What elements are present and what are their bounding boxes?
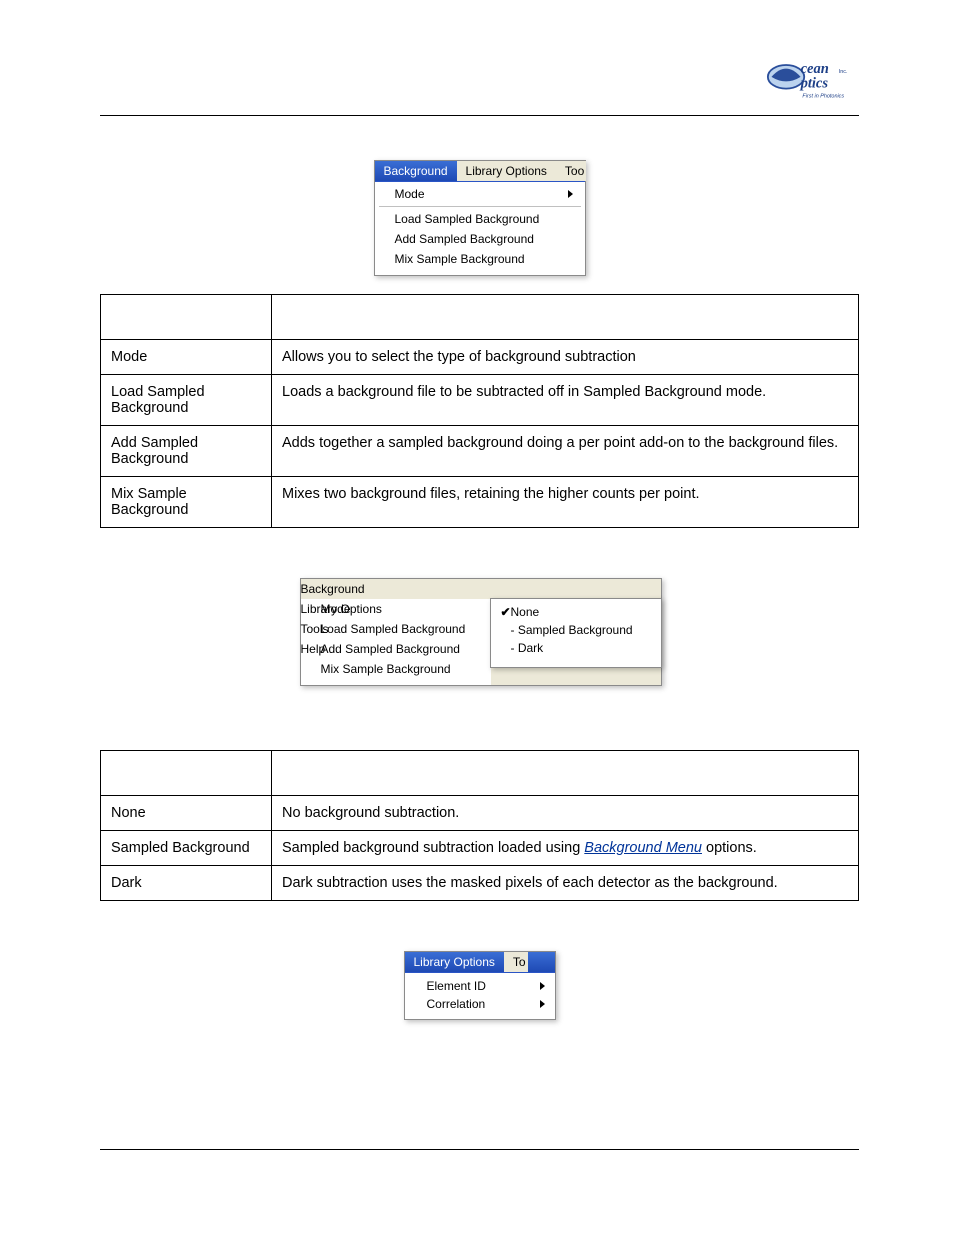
- text: options.: [702, 840, 757, 856]
- submenu-item-sampled: - Sampled Background: [491, 621, 661, 639]
- mode-submenu-screenshot: Background Library Options Tools Help Mo…: [300, 578, 660, 686]
- table-row: None No background subtraction.: [101, 796, 859, 831]
- tab-background: Background: [301, 579, 661, 599]
- tab-background: Background: [375, 161, 457, 181]
- mode-flyout: ✔None - Sampled Background - Dark: [490, 598, 662, 668]
- table-row: Mix Sample Background Mixes two backgrou…: [101, 477, 859, 528]
- footer-divider: [100, 1149, 859, 1150]
- background-menu-screenshot: Background Library Options Too Mode Load…: [374, 160, 586, 276]
- background-menu-link[interactable]: Background Menu: [584, 840, 702, 856]
- background-menu-table: Mode Allows you to select the type of ba…: [100, 294, 859, 528]
- table-row: Dark Dark subtraction uses the masked pi…: [101, 866, 859, 901]
- mode-options-table: None No background subtraction. Sampled …: [100, 750, 859, 901]
- submenu-arrow-icon: [568, 190, 573, 198]
- check-icon: ✔: [501, 605, 511, 619]
- menu-item-element-id: Element ID: [405, 977, 555, 995]
- table-row: Add Sampled Background Adds together a s…: [101, 426, 859, 477]
- submenu-item-dark: - Dark: [491, 639, 661, 657]
- menu-item-load-bg: Load Sampled Background: [301, 619, 491, 639]
- submenu-item-none: ✔None: [491, 603, 661, 621]
- text: Sampled background subtraction loaded us…: [282, 840, 584, 856]
- svg-text:ptics: ptics: [799, 76, 829, 92]
- submenu-arrow-icon: [540, 1000, 545, 1008]
- table-row: Sampled Background Sampled background su…: [101, 831, 859, 866]
- tab-cut: Too: [556, 161, 586, 181]
- svg-text:First in Photonics: First in Photonics: [802, 94, 844, 100]
- table-row: Mode Allows you to select the type of ba…: [101, 340, 859, 375]
- menu-item-add-bg: Add Sampled Background: [301, 639, 491, 659]
- tab-library-options: Library Options: [405, 952, 504, 972]
- table-row: Load Sampled Background Loads a backgrou…: [101, 375, 859, 426]
- brand-logo: cean ptics Inc. First in Photonics: [764, 55, 859, 105]
- svg-text:cean: cean: [801, 61, 829, 77]
- submenu-arrow-icon: [478, 602, 483, 610]
- header-divider: [100, 115, 859, 116]
- tab-cut: To: [504, 952, 528, 972]
- menu-item-add-bg: Add Sampled Background: [375, 229, 585, 249]
- menu-item-load-bg: Load Sampled Background: [375, 209, 585, 229]
- submenu-arrow-icon: [540, 982, 545, 990]
- menu-item-mix-bg: Mix Sample Background: [301, 659, 491, 679]
- tab-library-options: Library Options: [457, 161, 556, 181]
- svg-text:Inc.: Inc.: [839, 69, 848, 75]
- library-options-screenshot: Library Options To Element ID Correlatio…: [404, 951, 556, 1020]
- menu-separator: [379, 206, 581, 207]
- menu-item-mix-bg: Mix Sample Background: [375, 249, 585, 269]
- menu-item-correlation: Correlation: [405, 995, 555, 1013]
- menu-item-mode: Mode: [375, 184, 585, 204]
